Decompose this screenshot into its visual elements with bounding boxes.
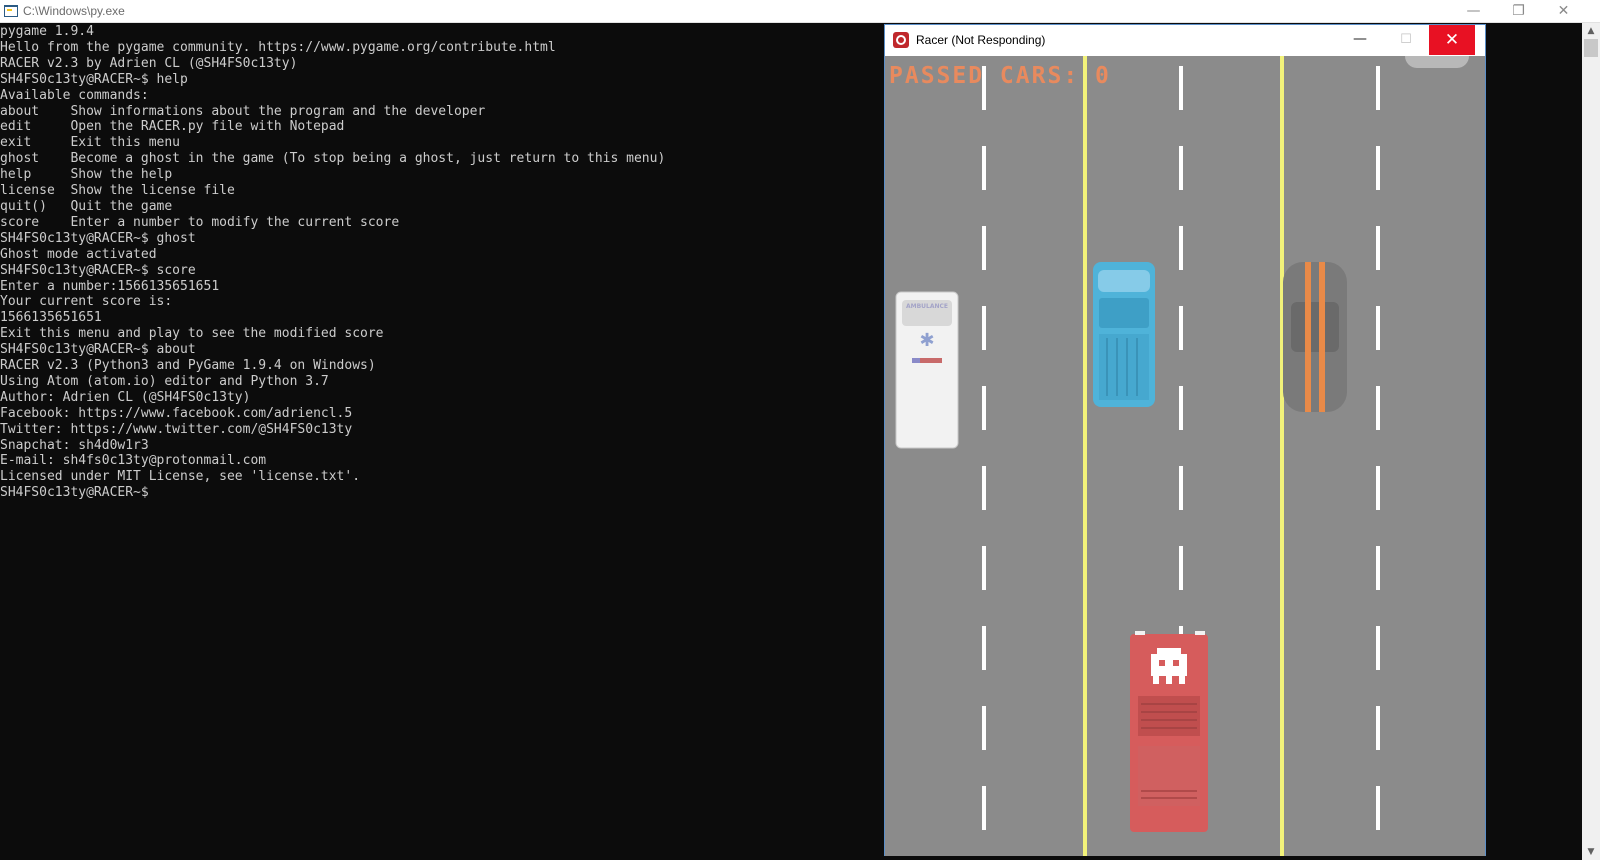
scroll-up-arrow-icon[interactable]: ▲ [1582,23,1600,39]
ambulance-vehicle: AMBULANCE ✱ [895,291,959,449]
terminal-line: Using Atom (atom.io) editor and Python 3… [0,373,329,389]
lane-dash [982,626,986,670]
terminal-line: Enter a number:1566135651651 [0,278,220,294]
lane-dash [1376,706,1380,750]
terminal-line: E-mail: sh4fs0c13ty@protonmail.com [0,453,267,469]
lane-dash [982,786,986,830]
lane-dash [982,466,986,510]
lane-dash [1179,226,1183,270]
terminal-line: RACER v2.3 (Python3 and PyGame 1.9.4 on … [0,358,376,374]
passed-cars-counter: PASSED CARS: 0 [889,63,1111,89]
terminal-line: Author: Adrien CL (@SH4FS0c13ty) [0,389,251,405]
terminal-line: Snapchat: sh4d0w1r3 [0,437,149,453]
lane-dash [1179,466,1183,510]
console-scrollbar[interactable]: ▲ ▼ [1582,23,1600,860]
terminal-line: SH4FS0c13ty@RACER~$ about [0,342,196,358]
lane-dash [982,306,986,350]
lane-dash [982,226,986,270]
console-close-button[interactable]: ✕ [1541,0,1586,22]
racer-maximize-button[interactable]: ☐ [1383,25,1429,55]
lane-dash [1376,626,1380,670]
terminal-line: RACER v2.3 by Adrien CL (@SH4FS0c13ty) [0,55,298,71]
terminal-line: SH4FS0c13ty@RACER~$ score [0,262,196,278]
lane-dash [1376,226,1380,270]
lane-dash [1179,306,1183,350]
terminal-line: SH4FS0c13ty@RACER~$ ghost [0,230,196,246]
lane-dash [1376,466,1380,510]
terminal-line: Ghost mode activated [0,246,157,262]
lane-dash [1376,66,1380,110]
lane-dash [982,386,986,430]
console-minimize-button[interactable]: — [1451,0,1496,22]
console-titlebar: C:\Windows\py.exe — ❐ ✕ [0,0,1600,23]
terminal-line: SH4FS0c13ty@RACER~$ [0,485,149,501]
lane-dash [982,146,986,190]
racer-minimize-button[interactable]: — [1337,25,1383,55]
player-car-vehicle [1130,631,1208,832]
terminal-text: pygame 1.9.4 Hello from the pygame commun… [0,24,665,501]
terminal-line: Hello from the pygame community. https:/… [0,39,556,55]
python-console-icon [4,5,18,17]
lane-dash [1376,786,1380,830]
center-line-left [1083,56,1087,856]
terminal-line: Available commands: [0,87,149,103]
terminal-line: help Show the help [0,167,173,183]
terminal-line: Facebook: https://www.facebook.com/adrie… [0,405,353,421]
pickup-truck-vehicle [1093,262,1155,407]
terminal-line: Your current score is: [0,294,173,310]
console-restore-button[interactable]: ❐ [1496,0,1541,22]
racer-window-title: Racer (Not Responding) [916,33,1046,47]
lane-dash [1376,546,1380,590]
ambulance-label: AMBULANCE [906,303,948,310]
terminal-line: pygame 1.9.4 [0,24,94,39]
terminal-line: Licensed under MIT License, see 'license… [0,469,361,485]
terminal-line: ghost Become a ghost in the game (To sto… [0,151,666,167]
lane-dash [1179,66,1183,110]
center-line-right [1280,56,1284,856]
lane-dash [1376,146,1380,190]
scroll-thumb[interactable] [1584,39,1598,57]
lane-dash [1376,306,1380,350]
console-window-title: C:\Windows\py.exe [23,4,125,18]
lane-dash [1179,146,1183,190]
muscle-car-vehicle [1283,262,1347,412]
terminal-line: quit() Quit the game [0,198,173,214]
terminal-line: 1566135651651 [0,310,102,326]
racer-window[interactable]: Racer (Not Responding) — ☐ ✕ PASSED CARS… [884,24,1486,856]
terminal-line: exit Exit this menu [0,135,181,151]
terminal-line: Twitter: https://www.twitter.com/@SH4FS0… [0,421,353,437]
lane-dash [1179,546,1183,590]
game-canvas[interactable]: PASSED CARS: 0 AMBULANCE ✱ [885,56,1485,856]
terminal-line: SH4FS0c13ty@RACER~$ help [0,71,188,87]
terminal-line: Exit this menu and play to see the modif… [0,326,384,342]
racer-titlebar[interactable]: Racer (Not Responding) — ☐ ✕ [885,25,1485,56]
scroll-down-arrow-icon[interactable]: ▼ [1582,844,1600,860]
offscreen-car [1405,56,1469,68]
terminal-line: score Enter a number to modify the curre… [0,214,400,230]
terminal-line: edit Open the RACER.py file with Notepad [0,119,345,135]
terminal-line: license Show the license file [0,183,235,199]
terminal-line: about Show informations about the progra… [0,103,486,119]
lane-dash [1376,386,1380,430]
lane-dash [1179,386,1183,430]
medical-cross-icon: ✱ [919,330,934,351]
racer-close-button[interactable]: ✕ [1429,25,1475,55]
racer-app-icon [893,32,909,48]
lane-dash [982,546,986,590]
lane-dash [982,706,986,750]
